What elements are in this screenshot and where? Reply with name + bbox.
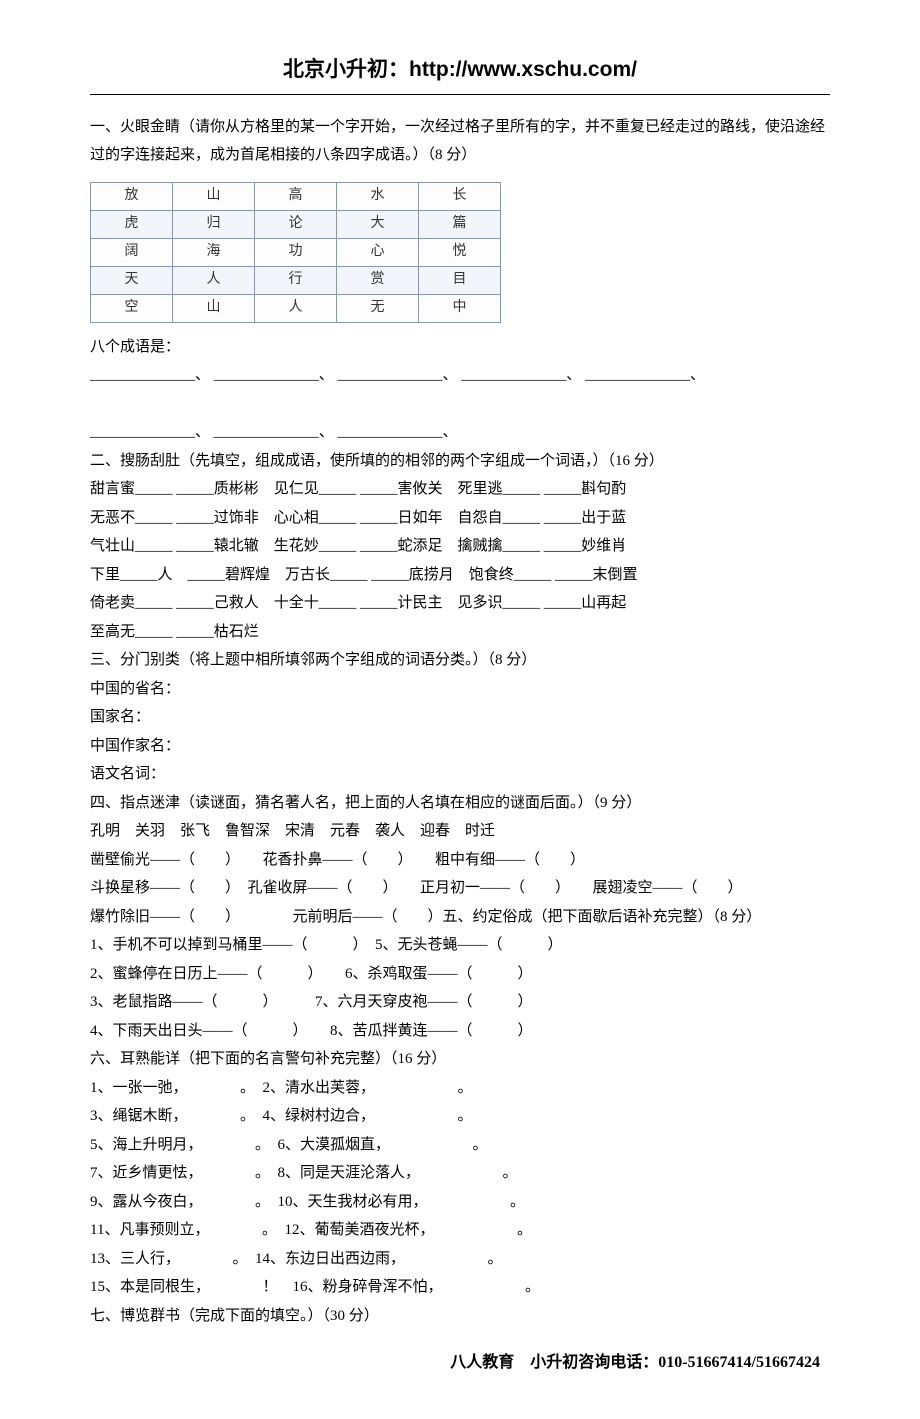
header-url: http://www.xschu.com/ [409,58,637,81]
grid-cell: 海 [173,238,255,266]
grid-cell: 水 [337,182,419,210]
q6-line: 15、本是同根生， ！ 16、粉身碎骨浑不怕， 。 [90,1273,830,1302]
page-footer: 八人教育 小升初咨询电话：010-51667414/51667424 [90,1348,830,1378]
q1-label: 八个成语是： [90,333,830,362]
grid-cell: 放 [91,182,173,210]
grid-cell: 阔 [91,238,173,266]
q6-line: 7、近乡情更怯， 。 8、同是天涯沦落人， 。 [90,1159,830,1188]
grid-cell: 大 [337,210,419,238]
grid-row: 放 山 高 水 长 [91,182,501,210]
header-title: 北京小升初： [283,57,409,81]
grid-cell: 心 [337,238,419,266]
grid-cell: 山 [173,182,255,210]
q3-title: 三、分门别类（将上题中相所填邻两个字组成的词语分类。）（8 分） [90,646,830,675]
q6-line: 1、一张一弛， 。 2、清水出芙蓉， 。 [90,1074,830,1103]
grid-cell: 悦 [419,238,501,266]
grid-cell: 篇 [419,210,501,238]
q4-line: 凿壁偷光——（ ） 花香扑鼻——（ ） 粗中有细——（ ） [90,846,830,875]
grid-cell: 行 [255,266,337,294]
grid-cell: 长 [419,182,501,210]
q1-blanks-2: ______________、 ______________、 ________… [90,418,830,447]
grid-cell: 功 [255,238,337,266]
grid-row: 天 人 行 赏 目 [91,266,501,294]
grid-cell: 中 [419,294,501,322]
q6-line: 5、海上升明月， 。 6、大漠孤烟直， 。 [90,1131,830,1160]
q2-line: 至高无_____ _____枯石烂 [90,618,830,647]
q5-line: 3、老鼠指路——（ ） 7、六月天穿皮袍——（ ） [90,988,830,1017]
grid-cell: 人 [255,294,337,322]
grid-cell: 人 [173,266,255,294]
grid-cell: 赏 [337,266,419,294]
grid-cell: 无 [337,294,419,322]
grid-row: 虎 归 论 大 篇 [91,210,501,238]
q5-line: 2、蜜蜂停在日历上——（ ） 6、杀鸡取蛋——（ ） [90,960,830,989]
q6-line: 11、凡事预则立， 。 12、葡萄美酒夜光杯， 。 [90,1216,830,1245]
q2-line: 下里_____人 _____碧辉煌 万古长_____ _____底捞月 饱食终_… [90,561,830,590]
grid-row: 空 山 人 无 中 [91,294,501,322]
grid-cell: 虎 [91,210,173,238]
q1-blanks-1: ______________、 ______________、 ________… [90,361,830,390]
grid-cell: 空 [91,294,173,322]
grid-cell: 山 [173,294,255,322]
q2-title: 二、搜肠刮肚（先填空，组成成语，使所填的的相邻的两个字组成一个词语，）（16 分… [90,447,830,476]
grid-cell: 论 [255,210,337,238]
q3-line: 国家名： [90,703,830,732]
footer-text: 八人教育 小升初咨询电话：010-51667414/51667424 [450,1354,820,1371]
q6-title: 六、耳熟能详（把下面的名言警句补充完整）（16 分） [90,1045,830,1074]
q3-line: 中国作家名： [90,732,830,761]
q6-line: 13、三人行， 。 14、东边日出西边雨， 。 [90,1245,830,1274]
q5-line: 4、下雨天出日头——（ ） 8、苦瓜拌黄连——（ ） [90,1017,830,1046]
q4-names: 孔明 关羽 张飞 鲁智深 宋清 元春 袭人 迎春 时迁 [90,817,830,846]
q3-line: 语文名词： [90,760,830,789]
q2-line: 气壮山_____ _____辕北辙 生花妙_____ _____蛇添足 擒贼擒_… [90,532,830,561]
grid-cell: 归 [173,210,255,238]
grid-row: 阔 海 功 心 悦 [91,238,501,266]
q3-line: 中国的省名： [90,675,830,704]
q4-line: 爆竹除旧——（ ） 元前明后——（ ）五、约定俗成（把下面歇后语补充完整）（8 … [90,903,830,932]
q2-line: 倚老卖_____ _____己救人 十全十_____ _____计民主 见多识_… [90,589,830,618]
q2-line: 无恶不_____ _____过饰非 心心相_____ _____日如年 自怨自_… [90,504,830,533]
character-grid: 放 山 高 水 长 虎 归 论 大 篇 阔 海 功 心 悦 天 人 行 赏 目 [90,182,501,323]
q5-line: 1、手机不可以掉到马桶里——（ ） 5、无头苍蝇——（ ） [90,931,830,960]
grid-cell: 高 [255,182,337,210]
q6-line: 9、露从今夜白， 。 10、天生我材必有用， 。 [90,1188,830,1217]
q4-title: 四、指点迷津（读谜面，猜名著人名，把上面的人名填在相应的谜面后面。）（9 分） [90,789,830,818]
document-body: 一、火眼金睛（请你从方格里的某一个字开始，一次经过格子里所有的字，并不重复已经走… [90,113,830,1331]
page-header: 北京小升初：http://www.xschu.com/ [90,50,830,90]
q1-title: 一、火眼金睛（请你从方格里的某一个字开始，一次经过格子里所有的字，并不重复已经走… [90,113,830,170]
grid-cell: 天 [91,266,173,294]
q2-line: 甜言蜜_____ _____质彬彬 见仁见_____ _____害攸关 死里逃_… [90,475,830,504]
q6-line: 3、绳锯木断， 。 4、绿树村边合， 。 [90,1102,830,1131]
grid-cell: 目 [419,266,501,294]
q7-title: 七、博览群书（完成下面的填空。）（30 分） [90,1302,830,1331]
header-divider [90,94,830,95]
q4-line: 斗换星移——（ ） 孔雀收屏——（ ） 正月初一——（ ） 展翅凌空——（ ） [90,874,830,903]
